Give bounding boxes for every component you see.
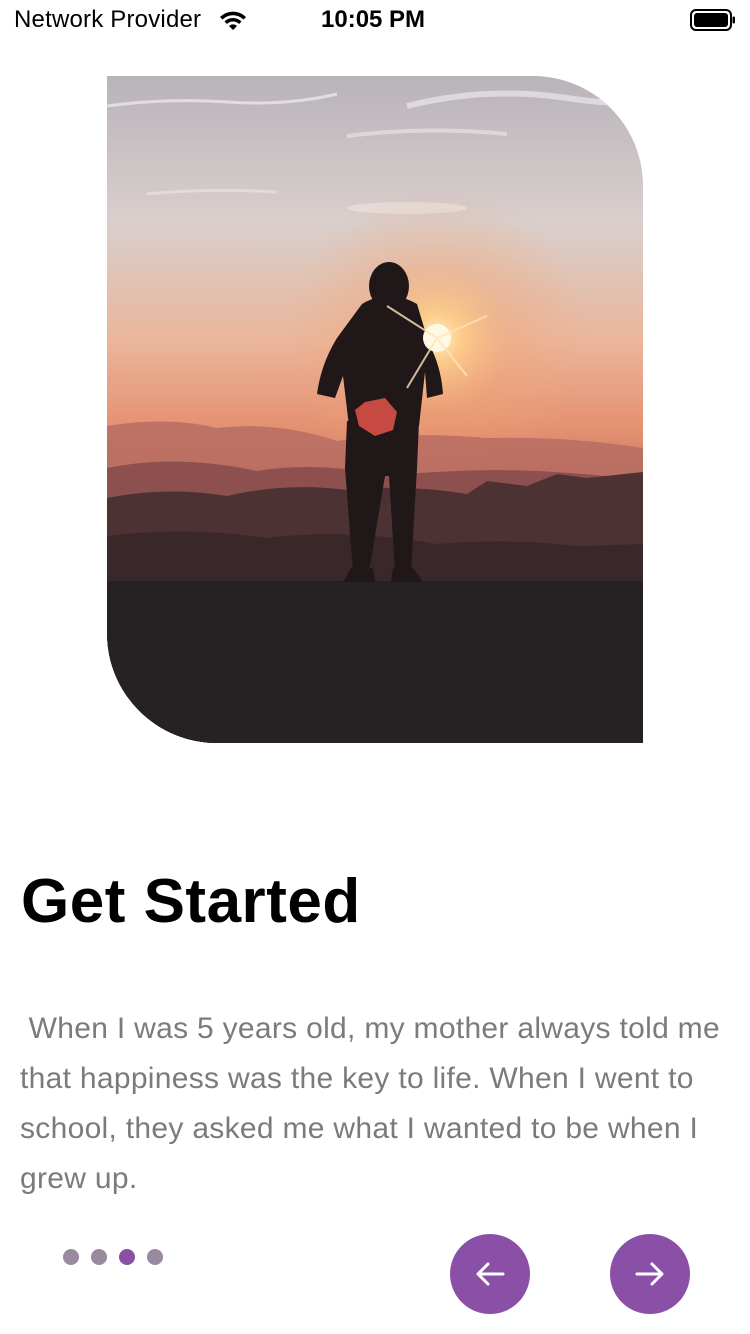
hero-image <box>107 76 643 743</box>
arrow-left-icon <box>476 1262 505 1286</box>
next-button[interactable] <box>610 1234 690 1314</box>
page-indicator <box>63 1249 163 1265</box>
page-dot[interactable] <box>147 1249 163 1265</box>
battery-icon <box>690 8 736 32</box>
onboarding-screen: Network Provider 10:05 PM Get Started Wh… <box>0 0 750 1334</box>
clock: 10:05 PM <box>321 6 426 33</box>
carrier-label: Network Provider <box>14 6 202 33</box>
wifi-icon <box>218 9 248 33</box>
previous-button[interactable] <box>450 1234 530 1314</box>
page-dot[interactable] <box>91 1249 107 1265</box>
page-dot[interactable] <box>119 1249 135 1265</box>
description-text: When I was 5 years old, my mother always… <box>20 1012 729 1195</box>
status-bar: Network Provider 10:05 PM <box>0 0 750 42</box>
page-dot[interactable] <box>63 1249 79 1265</box>
arrow-right-icon <box>635 1262 664 1286</box>
page-title: Get Started <box>21 867 361 936</box>
